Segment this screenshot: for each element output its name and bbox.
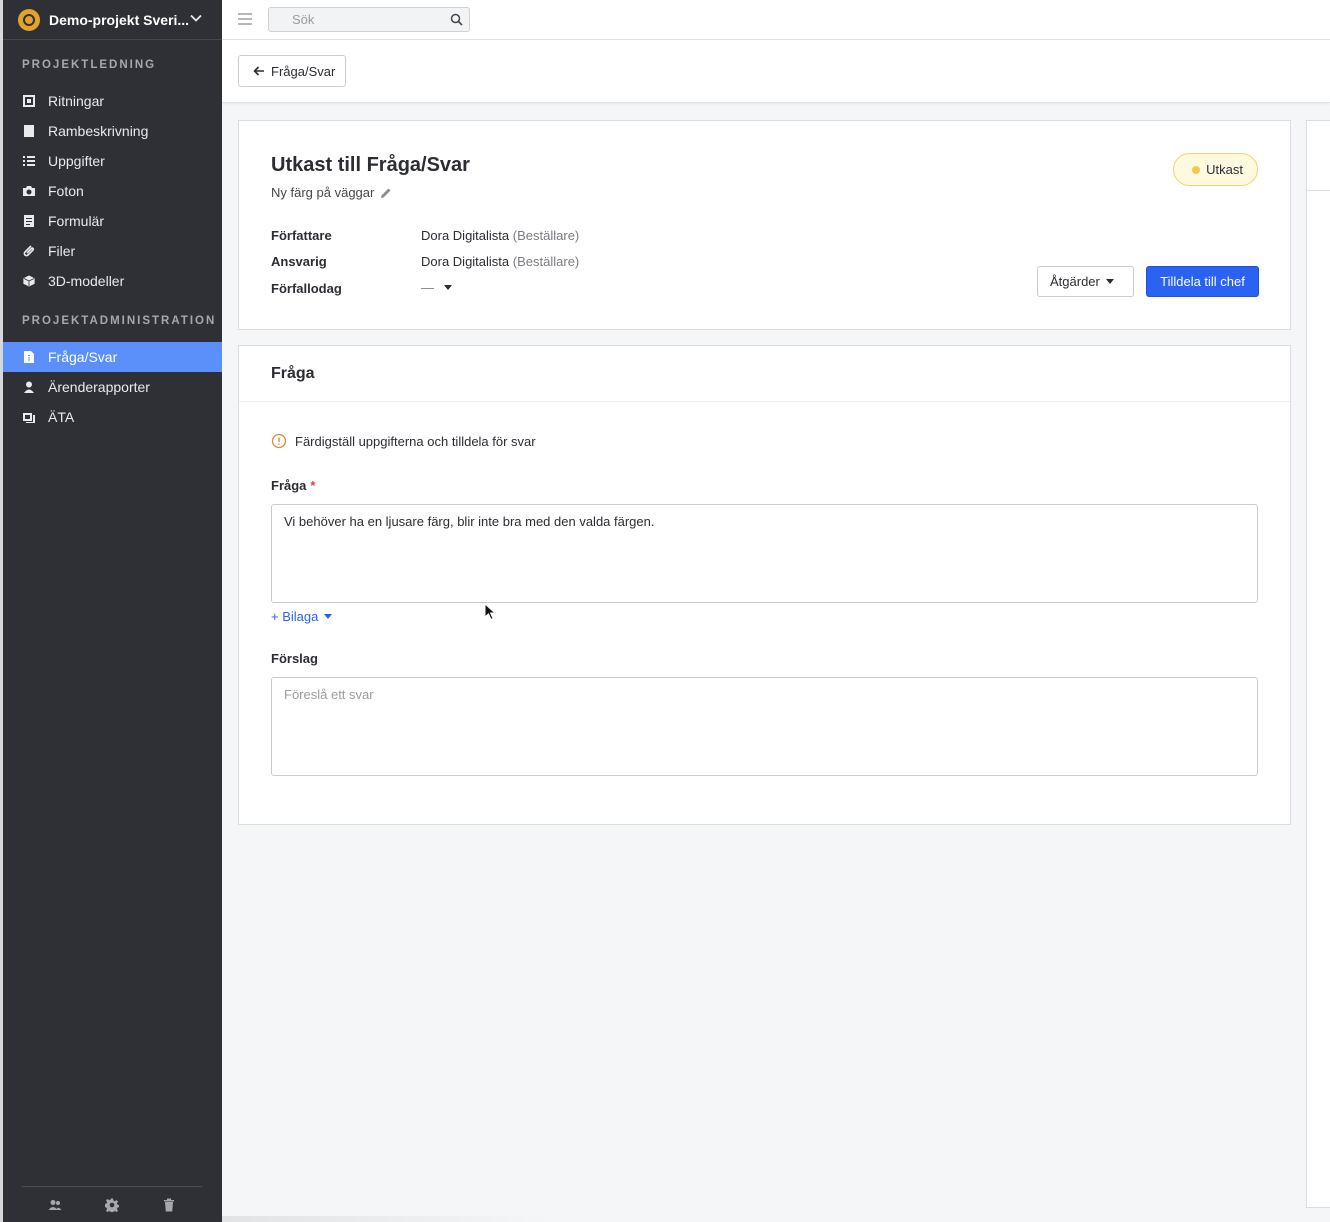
paperclip-icon	[22, 244, 36, 258]
sidebar-item-label: Ärenderapporter	[48, 379, 150, 395]
hamburger-menu-icon[interactable]	[238, 13, 252, 25]
users-icon[interactable]	[48, 1198, 62, 1212]
sidebar-item-label: ÄTA	[48, 409, 75, 425]
sidebar-item-arenderapporter[interactable]: Ärenderapporter	[3, 372, 222, 402]
page-title: Utkast till Fråga/Svar	[271, 154, 470, 176]
person-icon	[22, 380, 36, 394]
cube-icon	[22, 274, 36, 288]
author-value: Dora Digitalista (Beställare)	[421, 228, 579, 243]
section-title-projektadministration: PROJEKTADMINISTRATION	[22, 315, 217, 327]
question-doc-icon	[22, 350, 36, 364]
gear-icon[interactable]	[105, 1198, 119, 1212]
back-button[interactable]: Fråga/Svar	[238, 55, 346, 87]
question-section-title: Fråga	[271, 365, 315, 382]
pencil-edit-icon[interactable]	[380, 187, 392, 199]
blueprint-icon	[22, 94, 36, 108]
chevron-down-icon[interactable]	[190, 12, 202, 24]
proposal-field-label: Förslag	[271, 651, 318, 666]
change-order-icon	[22, 410, 36, 424]
question-card: Fråga Färdigställ uppgifterna och tillde…	[238, 345, 1291, 825]
caret-down-icon	[444, 285, 452, 290]
back-button-label: Fråga/Svar	[271, 63, 336, 79]
due-date-dropdown[interactable]: —	[421, 280, 452, 295]
notice-text: Färdigställ uppgifterna och tilldela för…	[295, 433, 536, 449]
caret-down-icon	[1105, 279, 1114, 284]
sidebar-item-foton[interactable]: Foton	[3, 176, 222, 206]
camera-icon	[22, 184, 36, 198]
proposal-textarea[interactable]	[271, 677, 1258, 776]
author-name: Dora Digitalista	[421, 228, 510, 243]
question-field-label: Fråga *	[271, 478, 315, 493]
question-card-header: Fråga	[239, 346, 1290, 402]
list-icon	[22, 154, 36, 168]
sidebar-item-formular[interactable]: Formulär	[3, 206, 222, 236]
sidebar-item-uppgifter[interactable]: Uppgifter	[3, 146, 222, 176]
sidebar-item-rambeskrivning[interactable]: Rambeskrivning	[3, 116, 222, 146]
responsible-name: Dora Digitalista	[421, 254, 510, 269]
completion-notice: Färdigställ uppgifterna och tilldela för…	[271, 433, 536, 449]
project-switcher[interactable]: Demo-projekt Sveri...	[3, 0, 222, 40]
book-icon	[22, 124, 36, 138]
search-icon[interactable]	[450, 13, 463, 26]
search-box	[268, 7, 470, 32]
sidebar-item-label: Foton	[48, 183, 84, 199]
required-marker: *	[310, 478, 316, 493]
actions-dropdown-button[interactable]: Åtgärder	[1037, 266, 1134, 297]
sidebar-footer	[22, 1186, 202, 1222]
project-name: Demo-projekt Sveri...	[49, 11, 190, 28]
sidebar-item-label: Ritningar	[48, 93, 105, 109]
status-dot	[1192, 165, 1201, 174]
attachment-label: + Bilaga	[271, 609, 319, 624]
arrow-left-icon	[253, 66, 264, 76]
responsible-label: Ansvarig	[271, 254, 327, 269]
sidebar-item-filer[interactable]: Filer	[3, 236, 222, 266]
actions-label: Åtgärder	[1050, 274, 1100, 289]
page-subheader: Fråga/Svar	[222, 40, 1330, 103]
status-badge: Utkast	[1173, 153, 1258, 186]
sidebar-item-ata[interactable]: ÄTA	[3, 402, 222, 432]
add-attachment-button[interactable]: + Bilaga	[271, 609, 333, 624]
form-icon	[22, 214, 36, 228]
sidebar-item-label: Filer	[48, 243, 76, 259]
search-input[interactable]	[269, 8, 439, 31]
warning-circle-icon	[271, 433, 287, 449]
due-date-value: —	[421, 280, 434, 295]
question-label-text: Fråga	[271, 478, 307, 493]
caret-down-icon	[324, 614, 333, 619]
right-side-panel	[1306, 120, 1330, 1208]
sidebar-item-label: Uppgifter	[48, 153, 105, 169]
question-textarea[interactable]: Vi behöver ha en ljusare färg, blir inte…	[271, 504, 1258, 603]
sidebar-item-label: Fråga/Svar	[48, 349, 118, 365]
sidebar-item-fraga-svar[interactable]: Fråga/Svar	[3, 342, 222, 372]
author-label: Författare	[271, 228, 332, 243]
due-date-label: Förfallodag	[271, 281, 342, 296]
top-bar	[222, 0, 1330, 40]
section-title-projektledning: PROJEKTLEDNING	[22, 59, 157, 71]
subtitle-text: Ny färg på väggar	[271, 185, 375, 200]
project-logo-icon	[18, 8, 40, 31]
trash-icon[interactable]	[162, 1198, 176, 1212]
responsible-role: (Beställare)	[512, 254, 580, 269]
sidebar-item-label: Rambeskrivning	[48, 123, 149, 139]
sidebar-item-ritningar[interactable]: Ritningar	[3, 86, 222, 116]
sidebar-item-label: Formulär	[48, 213, 105, 229]
document-subtitle[interactable]: Ny färg på väggar	[271, 185, 392, 200]
sidebar: Demo-projekt Sveri... PROJEKTLEDNING Rit…	[0, 0, 222, 1222]
document-header-card: Utkast till Fråga/Svar Ny färg på väggar…	[238, 120, 1291, 330]
mouse-cursor-icon	[484, 603, 496, 621]
responsible-value: Dora Digitalista (Beställare)	[421, 254, 579, 269]
status-label: Utkast	[1206, 162, 1243, 177]
assign-to-manager-button[interactable]: Tilldela till chef	[1146, 266, 1259, 297]
sidebar-item-3d-modeller[interactable]: 3D-modeller	[3, 266, 222, 296]
sidebar-item-label: 3D-modeller	[48, 273, 125, 289]
author-role: (Beställare)	[512, 228, 580, 243]
